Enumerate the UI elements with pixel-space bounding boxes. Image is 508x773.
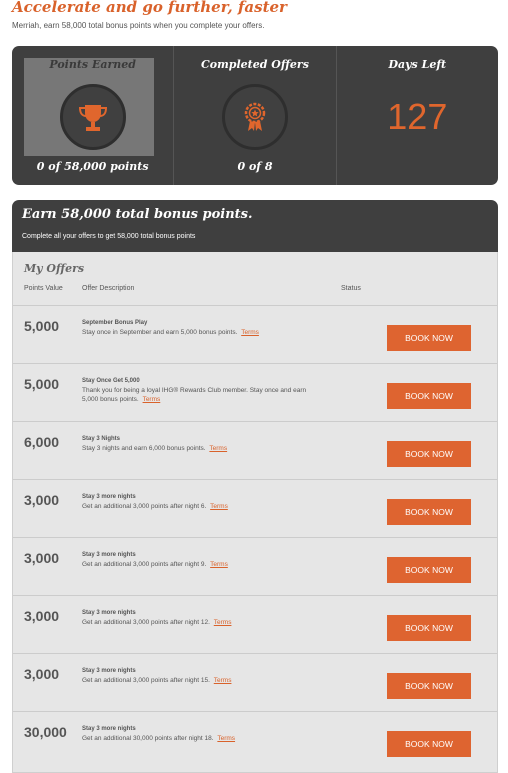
offer-name: Stay 3 more nights — [82, 552, 136, 558]
points-earned-value: 0 of 58,000 points — [36, 160, 149, 173]
offer-points: 3,000 — [24, 608, 60, 624]
award-ribbon-icon — [221, 84, 288, 150]
days-left-value: 127 — [387, 96, 448, 137]
offer-row: 3,000 Stay 3 more nights Get an addition… — [13, 479, 497, 538]
book-now-button[interactable]: BOOK NOW — [387, 441, 471, 467]
column-header-points: Points Value — [24, 285, 63, 292]
offers-table: My Offers Points Value Offer Description… — [12, 252, 498, 773]
terms-link[interactable]: Terms — [241, 329, 259, 336]
offer-name: Stay Once Get 5,000 — [82, 378, 140, 384]
points-earned-title: Points Earned — [49, 58, 136, 71]
book-now-button[interactable]: BOOK NOW — [387, 615, 471, 641]
offer-description: Get an additional 3,000 points after nig… — [82, 618, 322, 627]
terms-link[interactable]: Terms — [214, 677, 232, 684]
offer-description-text: Get an additional 3,000 points after nig… — [82, 561, 207, 568]
offers-title: My Offers — [24, 262, 85, 275]
book-now-button[interactable]: BOOK NOW — [387, 673, 471, 699]
terms-link[interactable]: Terms — [143, 396, 161, 403]
offer-row: 6,000 Stay 3 Nights Stay 3 nights and ea… — [13, 421, 497, 480]
offer-name: Stay 3 more nights — [82, 494, 136, 500]
offer-description-text: Get an additional 3,000 points after nig… — [82, 677, 210, 684]
terms-link[interactable]: Terms — [210, 561, 228, 568]
offer-description: Thank you for being a loyal IHG® Rewards… — [82, 386, 322, 404]
offer-points: 3,000 — [24, 550, 60, 566]
offer-points: 3,000 — [24, 666, 60, 682]
book-now-button[interactable]: BOOK NOW — [387, 731, 471, 757]
offer-row: 3,000 Stay 3 more nights Get an addition… — [13, 537, 497, 596]
book-now-button[interactable]: BOOK NOW — [387, 383, 471, 409]
offer-points: 5,000 — [24, 376, 60, 392]
terms-link[interactable]: Terms — [209, 445, 227, 452]
page-title: Accelerate and go further, faster — [12, 0, 287, 16]
offer-row: 5,000 September Bonus Play Stay once in … — [13, 305, 497, 364]
earn-title: Earn 58,000 total bonus points. — [22, 207, 253, 222]
offer-row: 5,000 Stay Once Get 5,000 Thank you for … — [13, 363, 497, 422]
offer-points: 5,000 — [24, 318, 60, 334]
points-earned-stat: Points Earned 0 of 58,000 points — [12, 46, 175, 185]
offer-description-text: Stay 3 nights and earn 6,000 bonus point… — [82, 445, 206, 452]
offer-description-text: Get an additional 3,000 points after nig… — [82, 619, 210, 626]
terms-link[interactable]: Terms — [214, 619, 232, 626]
terms-link[interactable]: Terms — [217, 735, 235, 742]
earn-subtitle: Complete all your offers to get 58,000 t… — [22, 233, 196, 240]
offer-points: 30,000 — [24, 724, 67, 740]
offer-description: Stay 3 nights and earn 6,000 bonus point… — [82, 444, 322, 453]
offer-description-text: Get an additional 3,000 points after nig… — [82, 503, 207, 510]
days-left-title: Days Left — [388, 58, 447, 71]
earn-header: Earn 58,000 total bonus points. Complete… — [12, 200, 498, 252]
trophy-icon — [59, 84, 126, 150]
offer-description-text: Thank you for being a loyal IHG® Rewards… — [82, 387, 307, 403]
offer-description: Get an additional 3,000 points after nig… — [82, 676, 322, 685]
offer-points: 3,000 — [24, 492, 60, 508]
offer-name: Stay 3 more nights — [82, 668, 136, 674]
offer-description: Get an additional 3,000 points after nig… — [82, 560, 322, 569]
offer-description: Stay once in September and earn 5,000 bo… — [82, 328, 322, 337]
offer-row: 3,000 Stay 3 more nights Get an addition… — [13, 653, 497, 712]
column-header-status: Status — [341, 285, 361, 292]
offer-description: Get an additional 3,000 points after nig… — [82, 502, 322, 511]
stats-panel: Points Earned 0 of 58,000 points Complet… — [12, 46, 498, 185]
book-now-button[interactable]: BOOK NOW — [387, 557, 471, 583]
page-subtitle: Merriah, earn 58,000 total bonus points … — [12, 21, 265, 30]
offer-name: September Bonus Play — [82, 320, 148, 326]
completed-offers-value: 0 of 8 — [237, 160, 273, 173]
offer-name: Stay 3 Nights — [82, 436, 121, 442]
offer-row: 3,000 Stay 3 more nights Get an addition… — [13, 595, 497, 654]
column-header-description: Offer Description — [82, 285, 135, 292]
offer-description-text: Stay once in September and earn 5,000 bo… — [82, 329, 238, 336]
book-now-button[interactable]: BOOK NOW — [387, 499, 471, 525]
days-left-stat: Days Left 127 — [337, 46, 498, 185]
completed-offers-title: Completed Offers — [201, 58, 309, 71]
offer-row: 30,000 Stay 3 more nights Get an additio… — [13, 711, 497, 770]
terms-link[interactable]: Terms — [210, 503, 228, 510]
offer-description: Get an additional 30,000 points after ni… — [82, 734, 322, 743]
offer-description-text: Get an additional 30,000 points after ni… — [82, 735, 214, 742]
offer-points: 6,000 — [24, 434, 60, 450]
offer-name: Stay 3 more nights — [82, 610, 136, 616]
book-now-button[interactable]: BOOK NOW — [387, 325, 471, 351]
offer-name: Stay 3 more nights — [82, 726, 136, 732]
completed-offers-stat: Completed Offers 0 of 8 — [174, 46, 337, 185]
